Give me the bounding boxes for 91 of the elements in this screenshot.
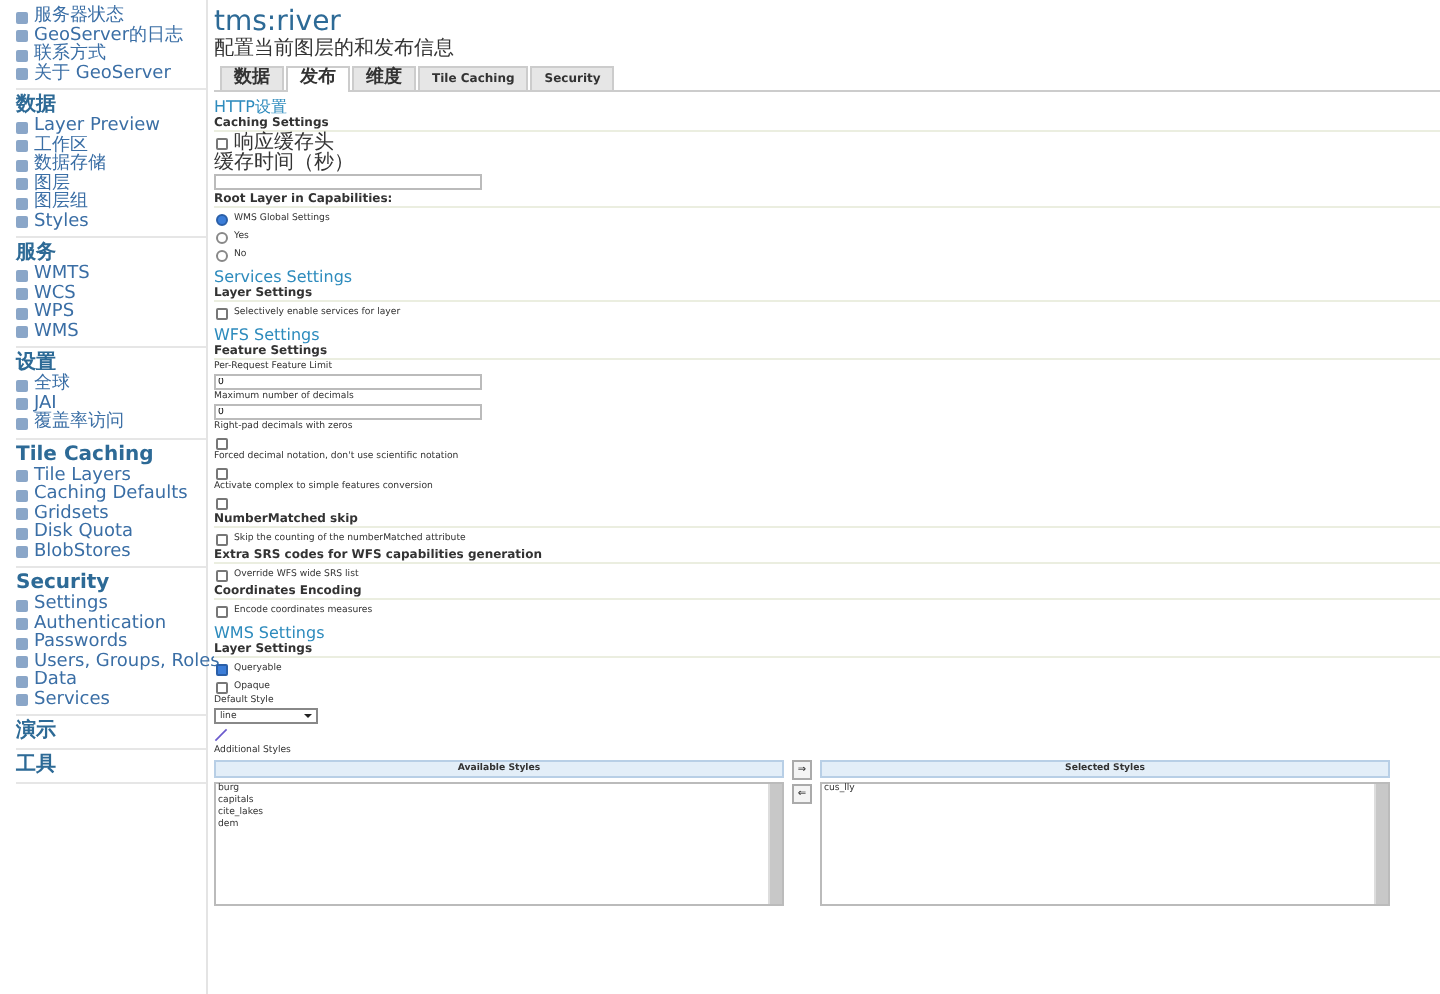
sidebar-link[interactable]: 全球 (34, 376, 70, 395)
square-icon (16, 49, 28, 62)
square-icon (16, 11, 28, 24)
sidebar-link[interactable]: WPS (34, 304, 75, 323)
page-title: tms:river (214, 6, 343, 38)
caret-icon (304, 714, 312, 718)
sidebar-link[interactable]: Tile Layers (34, 467, 131, 486)
square-icon (16, 546, 28, 559)
scrollbar[interactable] (768, 784, 782, 904)
section-heading: 数据 (16, 94, 58, 117)
square-icon (16, 398, 28, 411)
section-heading: Security (16, 572, 112, 594)
section-heading: 演示 (16, 720, 58, 744)
square-icon (16, 527, 28, 540)
square-icon (16, 269, 28, 282)
section-heading: 工具 (16, 754, 58, 778)
tab[interactable]: 数据 (220, 66, 284, 90)
sidebar-link[interactable]: Caching Defaults (34, 486, 188, 505)
sidebar-link[interactable]: Passwords (34, 634, 128, 653)
square-icon (16, 379, 28, 392)
sidebar-link[interactable]: WMTS (34, 266, 90, 285)
square-icon (16, 489, 28, 502)
square-icon (16, 288, 28, 301)
square-icon (16, 121, 28, 134)
sidebar-link[interactable]: Data (34, 672, 77, 691)
square-icon (16, 326, 28, 339)
square-icon (16, 694, 28, 707)
input-field[interactable] (214, 174, 482, 190)
square-icon (16, 470, 28, 483)
checkbox[interactable] (216, 605, 228, 617)
sidebar-link[interactable]: 图层 (34, 175, 70, 194)
field-label: 缓存时间（秒） (214, 152, 356, 174)
checkbox[interactable] (216, 663, 228, 675)
square-icon (16, 197, 28, 210)
checkbox[interactable] (216, 497, 228, 509)
section-heading: WFS Settings (214, 326, 322, 344)
square-icon (16, 508, 28, 521)
tab[interactable]: 维度 (352, 66, 416, 90)
scrollbar[interactable] (1374, 784, 1388, 904)
radio-button[interactable] (216, 213, 228, 225)
sidebar-link[interactable]: GeoServer的日志 (34, 27, 184, 46)
square-icon (16, 178, 28, 191)
sidebar-link[interactable]: Settings (34, 596, 108, 615)
sidebar-link[interactable]: 覆盖率访问 (34, 414, 124, 433)
sidebar-link[interactable]: WMS (34, 323, 79, 342)
sidebar-link[interactable]: Gridsets (34, 505, 109, 524)
square-icon (16, 675, 28, 688)
radio-button[interactable] (216, 249, 228, 261)
sidebar-link[interactable]: Layer Preview (34, 118, 160, 137)
line-icon (214, 728, 228, 742)
sidebar-link[interactable]: 服务器状态 (34, 8, 124, 27)
sidebar-link[interactable]: Services (34, 691, 110, 710)
sidebar-link[interactable]: JAI (34, 395, 57, 414)
section-heading: Services Settings (214, 268, 355, 286)
checkbox[interactable] (216, 307, 228, 319)
square-icon (16, 30, 28, 43)
checkbox[interactable] (216, 533, 228, 545)
checkbox[interactable] (216, 467, 228, 479)
section-heading: 设置 (16, 352, 56, 374)
square-icon (16, 159, 28, 172)
square-icon (16, 140, 28, 153)
square-icon (16, 656, 28, 669)
sidebar-link[interactable]: WCS (34, 285, 76, 304)
section-heading: WMS Settings (214, 624, 327, 642)
square-icon (16, 417, 28, 430)
sidebar-link[interactable]: Authentication (34, 615, 167, 634)
section-heading: Tile Caching (16, 443, 156, 466)
radio-button[interactable] (216, 231, 228, 243)
square-icon (16, 618, 28, 631)
sidebar-link[interactable]: 数据存储 (34, 156, 106, 175)
tab[interactable]: 发布 (286, 66, 350, 92)
sidebar-link[interactable]: 工作区 (34, 137, 88, 156)
checkbox[interactable] (216, 569, 228, 581)
sidebar-link[interactable]: Styles (34, 213, 89, 232)
square-icon (16, 307, 28, 320)
checkbox[interactable] (216, 437, 228, 449)
sidebar-link[interactable]: Users, Groups, Roles (34, 653, 220, 672)
sidebar-link[interactable]: Disk Quota (34, 524, 134, 543)
section-heading: HTTP设置 (214, 98, 289, 116)
page-subtitle: 配置当前图层的和发布信息 (214, 38, 456, 62)
square-icon (16, 216, 28, 229)
sidebar-link[interactable]: 图层组 (34, 194, 88, 213)
section-heading: 服务 (16, 242, 58, 264)
checkbox[interactable] (216, 137, 228, 149)
sidebar-link[interactable]: 关于 GeoServer (34, 65, 171, 84)
sidebar-link[interactable]: BlobStores (34, 543, 131, 562)
checkbox[interactable] (216, 681, 228, 693)
square-icon (16, 599, 28, 612)
square-icon (16, 68, 28, 81)
square-icon (16, 637, 28, 650)
option-label: 响应缓存头 (234, 132, 334, 154)
